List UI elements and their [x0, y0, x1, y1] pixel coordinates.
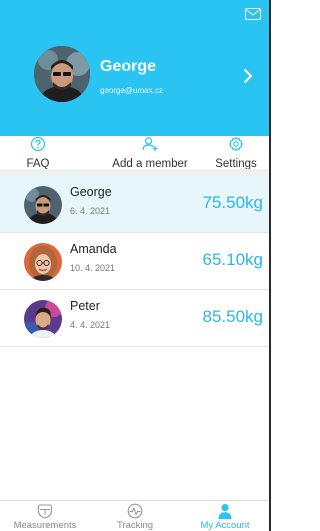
member-name: George [70, 185, 112, 199]
chevron-right-icon[interactable] [243, 68, 253, 84]
app-screen: George george@umax.cz FAQ Add a member S… [0, 0, 271, 531]
settings-button[interactable]: Settings [206, 136, 266, 170]
member-avatar [24, 300, 62, 338]
add-user-icon [142, 137, 158, 151]
member-list: George 6. 4. 2021 75.50kg Amanda 10. 4. … [0, 176, 269, 347]
profile-avatar [34, 46, 90, 102]
section-divider [0, 169, 269, 176]
member-date: 10. 4. 2021 [70, 263, 116, 273]
profile-header[interactable]: George george@umax.cz [0, 0, 269, 136]
member-name: Peter [70, 299, 100, 313]
member-weight: 65.10kg [202, 250, 264, 269]
member-date: 4. 4. 2021 [70, 320, 111, 330]
member-weight: 85.50kg [202, 307, 264, 326]
member-row-amanda[interactable]: Amanda 10. 4. 2021 65.10kg [0, 233, 269, 290]
member-row-george[interactable]: George 6. 4. 2021 75.50kg [0, 176, 269, 233]
nav-measurements-label: Measurements [13, 520, 77, 531]
profile-email: george@umax.cz [100, 86, 163, 95]
question-circle-icon [30, 136, 46, 152]
faq-button[interactable]: FAQ [18, 136, 58, 170]
member-date: 6. 4. 2021 [70, 206, 111, 216]
profile-name: George [100, 58, 157, 75]
quick-actions: FAQ Add a member Settings [0, 136, 269, 170]
person-icon [218, 504, 232, 519]
add-member-button[interactable]: Add a member [102, 136, 198, 170]
member-weight: 75.50kg [202, 193, 264, 212]
member-name: Amanda [70, 242, 117, 256]
nav-my-account[interactable]: My Account [180, 503, 270, 531]
member-avatar [24, 243, 62, 281]
member-row-peter[interactable]: Peter 4. 4. 2021 85.50kg [0, 290, 269, 347]
nav-measurements[interactable]: Measurements [0, 503, 90, 531]
mail-icon[interactable] [245, 8, 261, 20]
shield-scale-icon [37, 504, 53, 519]
nav-tracking-label: Tracking [116, 520, 154, 531]
gear-icon [228, 136, 244, 152]
pulse-icon [127, 503, 143, 519]
nav-tracking[interactable]: Tracking [90, 503, 180, 531]
bottom-nav: Measurements Tracking My Account [0, 500, 269, 531]
nav-my-account-label: My Account [200, 520, 250, 531]
member-avatar [24, 186, 62, 224]
